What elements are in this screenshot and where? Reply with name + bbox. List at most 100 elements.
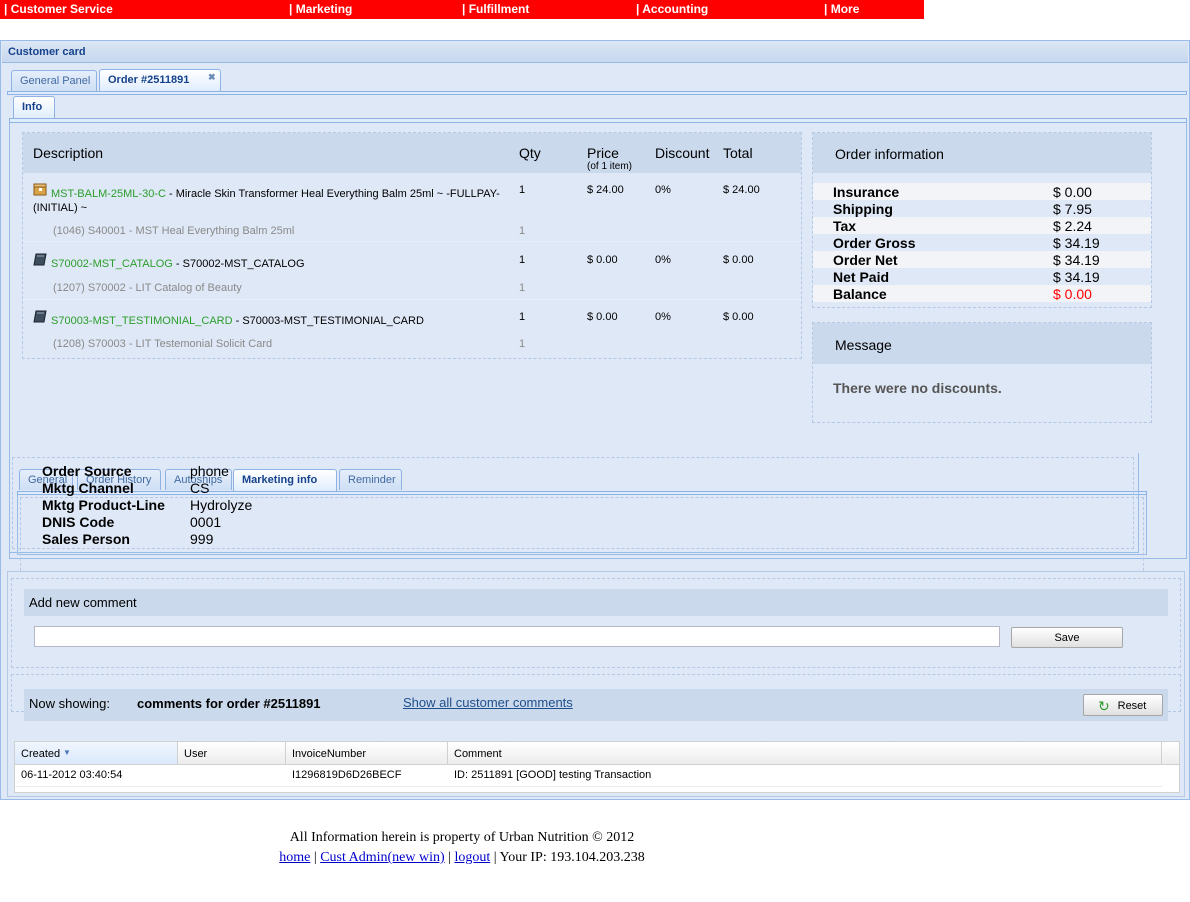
cell-invoice-number: I1296819D6D26BECF bbox=[292, 769, 402, 781]
item-sku-link[interactable]: S70003-MST_TESTIMONIAL_CARD bbox=[51, 315, 233, 327]
message-text: There were no discounts. bbox=[833, 380, 1002, 396]
net-paid-label: Net Paid bbox=[833, 269, 890, 285]
item-description: - S70002-MST_CATALOG bbox=[172, 258, 305, 270]
col-created-label: Created bbox=[21, 748, 61, 760]
message-box: Message There were no discounts. bbox=[812, 322, 1152, 423]
order-gross-label: Order Gross bbox=[833, 235, 916, 251]
tab-order-history[interactable]: Order History bbox=[77, 469, 161, 490]
nav-marketing[interactable]: | Marketing bbox=[289, 2, 352, 16]
nav-customer-service[interactable]: | Customer Service bbox=[4, 2, 113, 16]
item-component-qty: 1 bbox=[519, 282, 526, 294]
insurance-value: $ 0.00 bbox=[1053, 184, 1092, 200]
item-component: (1046) S40001 - MST Heal Everything Balm… bbox=[53, 225, 295, 237]
show-all-comments-link[interactable]: Show all customer comments bbox=[403, 695, 573, 710]
item-sku-link[interactable]: MST-BALM-25ML-30-C bbox=[51, 188, 166, 200]
now-showing-label: Now showing: bbox=[29, 696, 110, 711]
tab-marketing-info[interactable]: Marketing info bbox=[233, 469, 337, 492]
col-price: Price bbox=[587, 145, 619, 161]
cell-comment: ID: 2511891 [GOOD] testing Transaction bbox=[454, 769, 652, 781]
card-header: Customer card bbox=[2, 42, 1188, 63]
tab-strip bbox=[7, 91, 1187, 95]
tab-order[interactable]: Order #2511891 ✖ bbox=[99, 69, 221, 92]
item-total: $ 0.00 bbox=[723, 311, 754, 323]
comment-input[interactable] bbox=[34, 626, 1000, 647]
balance-value: $ 0.00 bbox=[1053, 286, 1092, 302]
col-created[interactable]: Created ▼ bbox=[15, 742, 178, 764]
shipping-label: Shipping bbox=[833, 201, 893, 217]
item-discount: 0% bbox=[655, 184, 671, 196]
footer-separator: | bbox=[310, 850, 321, 865]
item-sku-link[interactable]: S70002-MST_CATALOG bbox=[51, 258, 173, 270]
save-button[interactable]: Save bbox=[1011, 627, 1123, 648]
ip-address-text: | Your IP: 193.104.203.238 bbox=[490, 850, 645, 865]
shipping-value: $ 7.95 bbox=[1053, 201, 1092, 217]
home-link[interactable]: home bbox=[279, 850, 310, 865]
item-component-qty: 1 bbox=[519, 338, 526, 350]
info-panel: Description Qty Price (of 1 item) Discou… bbox=[9, 123, 1187, 591]
balance-label: Balance bbox=[833, 286, 887, 302]
order-items-box: Description Qty Price (of 1 item) Discou… bbox=[22, 132, 802, 359]
item-description: - S70003-MST_TESTIMONIAL_CARD bbox=[232, 315, 424, 327]
tab-general-panel-label: General Panel bbox=[20, 75, 91, 87]
customer-card-panel: Customer card General Panel Order #25118… bbox=[0, 40, 1190, 800]
tab-order-label: Order #2511891 bbox=[108, 74, 190, 86]
order-net-value: $ 34.19 bbox=[1053, 252, 1100, 268]
item-discount: 0% bbox=[655, 311, 671, 323]
col-discount: Discount bbox=[655, 145, 710, 161]
table-row[interactable]: 06-11-2012 03:40:54 I1296819D6D26BECF ID… bbox=[15, 764, 1162, 787]
nav-more[interactable]: | More bbox=[824, 2, 859, 16]
book-icon bbox=[33, 310, 47, 323]
tab-reminder[interactable]: Reminder bbox=[339, 469, 402, 490]
logout-link[interactable]: logout bbox=[454, 850, 490, 865]
tab-info-label: Info bbox=[22, 101, 43, 113]
footer-separator: | bbox=[444, 850, 455, 865]
order-net-label: Order Net bbox=[833, 252, 898, 268]
item-description-cont: (INITIAL) ~ bbox=[33, 202, 88, 214]
now-showing-value: comments for order #2511891 bbox=[137, 696, 321, 711]
item-qty: 1 bbox=[519, 311, 526, 323]
tab-marketing-info-label: Marketing info bbox=[242, 474, 318, 486]
item-qty: 1 bbox=[519, 184, 526, 196]
cust-admin-link[interactable]: Cust Admin(new win) bbox=[320, 850, 444, 865]
copyright-text: All Information herein is property of Ur… bbox=[289, 830, 635, 845]
card-title: Customer card bbox=[8, 46, 86, 58]
add-comment-header bbox=[24, 589, 1168, 616]
tab-autoships[interactable]: Autoships bbox=[165, 469, 232, 490]
tab-general-panel[interactable]: General Panel bbox=[11, 70, 97, 91]
item-price: $ 0.00 bbox=[587, 311, 618, 323]
item-row: MST-BALM-25ML-30-C - Miracle Skin Transf… bbox=[23, 173, 801, 242]
add-comment-title: Add new comment bbox=[29, 595, 137, 610]
item-row: S70003-MST_TESTIMONIAL_CARD - S70003-MST… bbox=[23, 300, 801, 357]
item-discount: 0% bbox=[655, 254, 671, 266]
nav-accounting[interactable]: | Accounting bbox=[636, 2, 708, 16]
col-qty: Qty bbox=[519, 145, 541, 161]
tab-reminder-label: Reminder bbox=[348, 474, 396, 486]
tab-info[interactable]: Info bbox=[13, 96, 55, 119]
reset-button[interactable]: ↻ Reset bbox=[1083, 694, 1163, 716]
tax-value: $ 2.24 bbox=[1053, 218, 1092, 234]
col-total: Total bbox=[723, 145, 753, 161]
net-paid-value: $ 34.19 bbox=[1053, 269, 1100, 285]
book-icon bbox=[33, 253, 47, 266]
item-total: $ 24.00 bbox=[723, 184, 760, 196]
item-row: S70002-MST_CATALOG - S70002-MST_CATALOG … bbox=[23, 242, 801, 300]
cell-created: 06-11-2012 03:40:54 bbox=[21, 769, 123, 781]
message-title: Message bbox=[835, 337, 892, 353]
marketing-info-panel bbox=[17, 495, 1147, 591]
item-component-qty: 1 bbox=[519, 225, 526, 237]
nav-fulfillment[interactable]: | Fulfillment bbox=[462, 2, 529, 16]
tab-general[interactable]: General bbox=[19, 469, 73, 490]
order-gross-value: $ 34.19 bbox=[1053, 235, 1100, 251]
item-component: (1208) S70003 - LIT Testemonial Solicit … bbox=[53, 338, 273, 350]
tab-autoships-label: Autoships bbox=[174, 474, 223, 486]
col-price-sub: (of 1 item) bbox=[587, 161, 633, 172]
comments-grid: Created ▼ User InvoiceNumber Comment 06-… bbox=[14, 741, 1180, 793]
col-comment[interactable]: Comment bbox=[448, 742, 1162, 764]
item-description: - Miracle Skin Transformer Heal Everythi… bbox=[165, 188, 500, 200]
col-user[interactable]: User bbox=[178, 742, 286, 764]
col-invoice-number[interactable]: InvoiceNumber bbox=[286, 742, 448, 764]
insurance-label: Insurance bbox=[833, 184, 900, 200]
item-price: $ 24.00 bbox=[587, 184, 624, 196]
order-information-box: Order information Insurance $ 0.00 Shipp… bbox=[812, 132, 1152, 308]
close-tab-icon[interactable]: ✖ bbox=[208, 72, 216, 83]
